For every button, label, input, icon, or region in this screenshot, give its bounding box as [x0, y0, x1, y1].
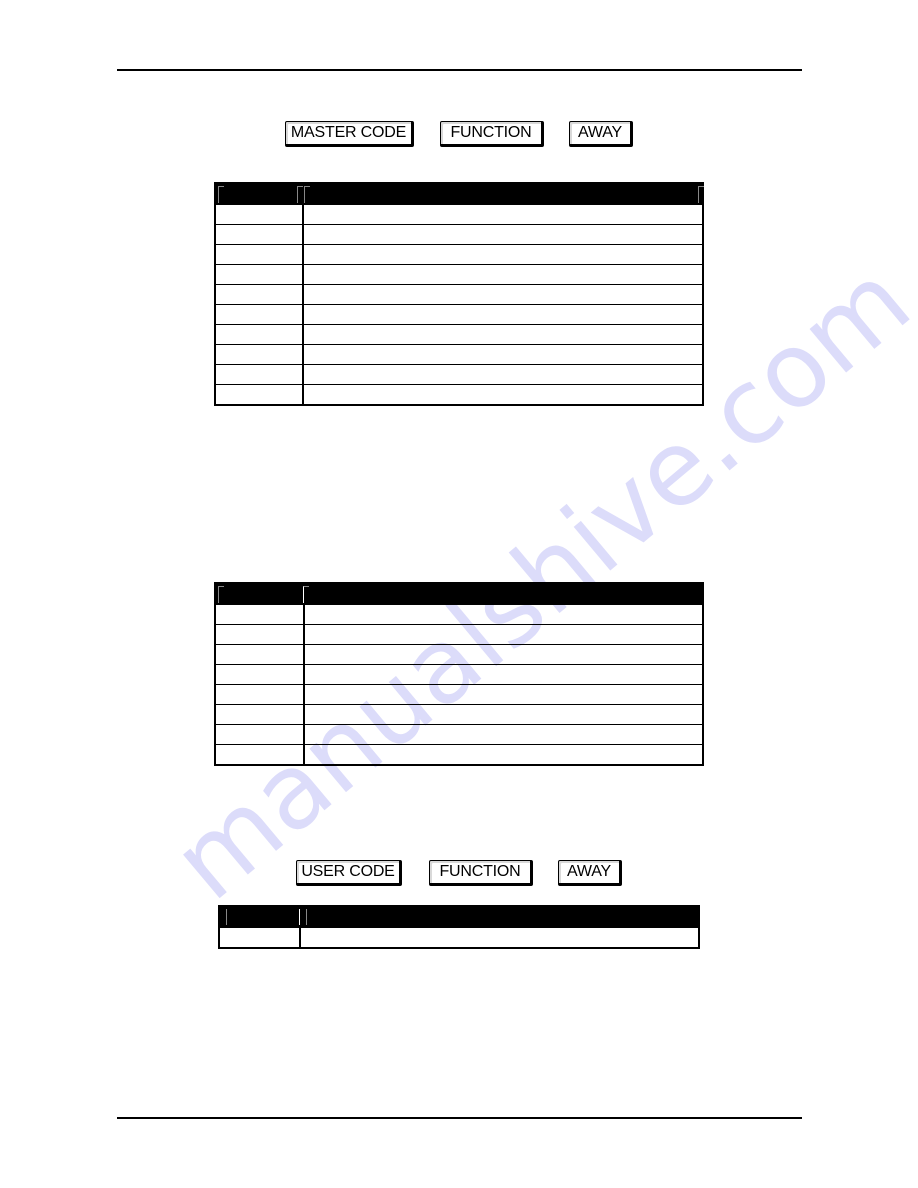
table-1: [214, 182, 704, 406]
table-row: [215, 304, 703, 325]
key-sequence-user: USER CODE FUNCTION AWAY: [0, 860, 918, 890]
table-cell: [303, 204, 703, 225]
table-header-cell: [215, 583, 304, 605]
document-page: MASTER CODE FUNCTION AWAY USER CODE FUNC…: [0, 0, 918, 1188]
table-row: [215, 364, 703, 385]
table-row: [215, 224, 703, 245]
table-row: [215, 384, 703, 405]
table-cell: [215, 224, 304, 245]
table-cell: [215, 264, 304, 285]
key-sequence-master: MASTER CODE FUNCTION AWAY: [0, 121, 918, 151]
table-cell: [303, 344, 703, 365]
table-cell: [304, 724, 703, 745]
table-cell: [303, 284, 703, 305]
function-key[interactable]: FUNCTION: [440, 121, 544, 147]
table-cell: [304, 624, 703, 645]
table-row: [215, 684, 703, 705]
table-2: [214, 582, 704, 766]
table-header-row: [215, 583, 703, 605]
table-header-cell: [303, 583, 703, 605]
away-key[interactable]: AWAY: [569, 121, 633, 147]
table-cell: [215, 204, 304, 225]
table-row: [215, 344, 703, 365]
table-row: [215, 244, 703, 265]
table-cell: [215, 684, 305, 705]
table-row: [215, 284, 703, 305]
table-header-row: [219, 906, 699, 928]
table-header-cell: [297, 183, 704, 205]
table-row: [215, 664, 703, 685]
table-cell: [303, 264, 703, 285]
table-cell: [215, 324, 304, 345]
table-cell: [304, 644, 703, 665]
table-cell: [215, 344, 304, 365]
table-cell: [303, 244, 703, 265]
user-code-key[interactable]: USER CODE: [296, 860, 402, 886]
footer-rule: [117, 1117, 802, 1119]
away-key[interactable]: AWAY: [558, 860, 622, 886]
table-cell: [304, 604, 703, 625]
table-header-cell: [219, 906, 300, 928]
table-cell: [303, 324, 703, 345]
table-header-cell: [215, 183, 303, 205]
table-3: [218, 905, 700, 949]
master-code-key[interactable]: MASTER CODE: [285, 121, 414, 147]
header-rule: [117, 69, 802, 71]
table-header-row: [215, 183, 704, 205]
table-cell: [304, 684, 703, 705]
table-cell: [303, 304, 703, 325]
table-row: [219, 927, 699, 948]
table-cell: [215, 304, 304, 325]
function-key[interactable]: FUNCTION: [429, 860, 533, 886]
table-row: [215, 644, 703, 665]
table-row: [215, 604, 703, 625]
table-cell: [304, 664, 703, 685]
table-row: [215, 704, 703, 725]
table-cell: [215, 604, 305, 625]
table-cell: [215, 364, 304, 385]
table-cell: [303, 384, 703, 405]
table-cell: [304, 704, 703, 725]
table-row: [215, 624, 703, 645]
table-cell: [215, 724, 305, 745]
table-row: [215, 264, 703, 285]
table-cell: [215, 644, 305, 665]
table-cell: [215, 744, 305, 765]
table-cell: [215, 624, 305, 645]
table-cell: [303, 224, 703, 245]
table-cell: [300, 927, 699, 948]
table-cell: [215, 704, 305, 725]
table-cell: [215, 384, 304, 405]
table-header-cell: [299, 906, 699, 928]
table-cell: [215, 284, 304, 305]
table-row: [215, 324, 703, 345]
table-row: [215, 744, 703, 765]
table-cell: [303, 364, 703, 385]
table-cell: [215, 664, 305, 685]
table-cell: [215, 244, 304, 265]
table-row: [215, 724, 703, 745]
table-cell: [304, 744, 703, 765]
table-cell: [219, 927, 301, 948]
table-row: [215, 204, 703, 225]
